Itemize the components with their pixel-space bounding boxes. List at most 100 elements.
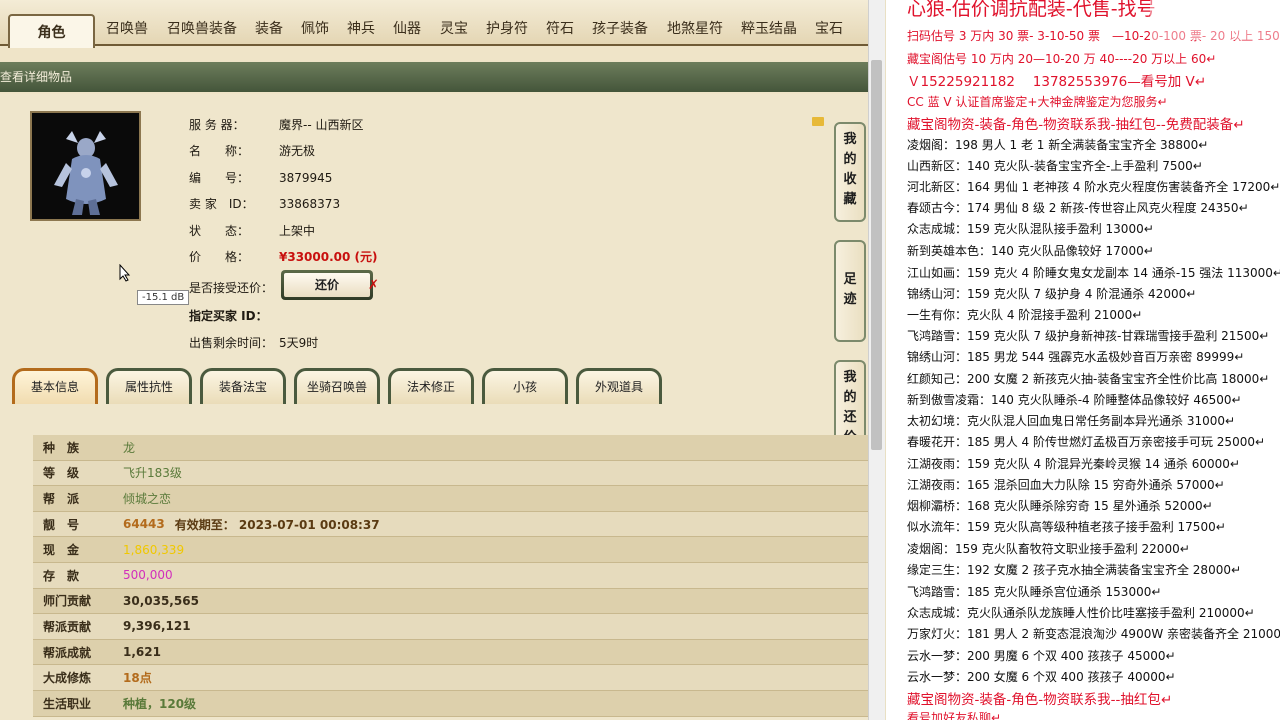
section-title-bar: 查看详细物品 [0, 62, 868, 92]
seller-label: 卖 家 ID： [189, 197, 254, 211]
stat-value: 64443 [123, 517, 165, 532]
stat-label: 师门贡献 [43, 594, 92, 609]
tab-role[interactable]: 角色 [8, 14, 95, 48]
my-favorites-button[interactable]: 我的收藏 [834, 122, 866, 222]
tab-summon-equipment[interactable]: 召唤兽装备 [167, 18, 237, 38]
tab-spell-correction[interactable]: 法术修正 [388, 368, 474, 404]
stat-label: 帮派贡献 [43, 619, 92, 634]
overlay-line: 飞鸿踏雪：159 克火队 7 级护身新神孩-甘霖瑞雪接手盈利 21500↵ [907, 329, 1270, 343]
stat-row: 帮派贡献 9,396,121 [33, 614, 868, 640]
volume-tooltip: -15.1 dB [137, 290, 190, 305]
overlay-line: 飞鸿踏雪：185 克火队睡杀宫位通杀 153000↵ [907, 585, 1162, 599]
stat-value: 倾城之恋 [123, 491, 172, 506]
overlay-line: 一生有你：克火队 4 阶混接手盈利 21000↵ [907, 308, 1143, 322]
overlay-line: 凌烟阁：198 男人 1 老 1 新全满装备宝宝齐全 38800↵ [907, 138, 1209, 152]
counter-offer-button[interactable]: 还价 [281, 270, 373, 300]
stat-label: 现 金 [43, 543, 80, 558]
overlay-line: 太初幻境：克火队混人回血鬼日常任务副本异光通杀 31000↵ [907, 414, 1236, 428]
stat-label: 靓 号 [43, 517, 80, 532]
designated-buyer-row: 指定买家 ID： [189, 307, 268, 324]
overlay-line: Ｖ15225921182 13782553976—看号加 V↵ [907, 74, 1207, 90]
overlay-line: 众志成城：克火队通杀队龙族睡人性价比哇塞接手盈利 210000↵ [907, 606, 1255, 620]
overlay-line: 江湖夜雨：165 混杀回血大力队除 15 穷奇外通杀 57000↵ [907, 478, 1225, 492]
overlay-line: 似水流年：159 克火队高等级种植老孩子接手盈利 17500↵ [907, 520, 1226, 534]
stat-label: 生活职业 [43, 696, 92, 711]
server-value: 魔界-- 山西新区 [279, 118, 364, 132]
overlay-line: 藏宝阁物资-装备-角色-物资联系我--抽红包↵ [907, 692, 1173, 708]
my-favorites-label: 我的收藏 [843, 132, 857, 207]
overlay-line: 烟柳灞桥：168 克火队睡杀除穷奇 15 星外通杀 52000↵ [907, 499, 1213, 513]
overlay-line: 春颂古今：174 男仙 8 级 2 新孩-传世容止风克火程度 24350↵ [907, 201, 1249, 215]
tab-child-equipment[interactable]: 孩子装备 [592, 18, 648, 38]
tab-equipment[interactable]: 装备 [255, 18, 283, 38]
scrollbar-thumb[interactable] [871, 60, 882, 450]
tab-mount-summon[interactable]: 坐骑召唤兽 [294, 368, 380, 404]
stat-value: 种植，120级 [123, 696, 197, 711]
stat-row: 存 款 500,000 [33, 562, 868, 589]
stat-label: 大成修炼 [43, 671, 92, 686]
tab-immortal-artifact[interactable]: 仙器 [393, 18, 421, 38]
tab-accessory[interactable]: 佩饰 [301, 18, 329, 38]
remaining-time-value: 5天9时 [279, 336, 319, 350]
stat-row: 师门贡献 30,035,565 [33, 588, 868, 615]
tab-spirit-treasure[interactable]: 灵宝 [440, 18, 468, 38]
overlay-line: 缘定三生：192 女魔 2 孩子克水抽全满装备宝宝齐全 28000↵ [907, 563, 1242, 577]
stat-row: 帮派成就 1,621 [33, 639, 868, 666]
tab-basic-info[interactable]: 基本信息 [12, 368, 98, 404]
tab-rune-stone[interactable]: 符石 [546, 18, 574, 38]
seller-row: 卖 家 ID： 33868373 [189, 195, 340, 212]
overlay-line: 云水一梦：200 男魔 6 个双 400 孩孩子 45000↵ [907, 649, 1176, 663]
overlay-line: 江湖夜雨：159 克火队 4 阶混异光秦岭灵猴 14 通杀 60000↵ [907, 457, 1240, 471]
tab-appearance[interactable]: 外观道具 [576, 368, 662, 404]
stat-row: 种 族龙 [33, 435, 868, 461]
stat-row: 靓 号 64443 有效期至： 2023-07-01 00:08:37 [33, 511, 868, 538]
price-label: 价 格： [189, 250, 250, 264]
game-window: 角色 召唤兽 召唤兽装备 装备 佩饰 神兵 仙器 灵宝 护身符 符石 孩子装备 … [0, 0, 868, 720]
price-value: ¥33000.00 (元) [279, 250, 378, 264]
stat-row: 生活职业 种植，120级 [33, 690, 868, 717]
overlay-line: 万家灯火：181 男人 2 新变态混浪淘沙 4900W 亲密装备齐全 21000… [907, 627, 1280, 641]
overlay-line: 云水一梦：200 女魔 6 个双 400 孩孩子 40000↵ [907, 670, 1176, 684]
stat-label: 帮 派 [43, 491, 80, 506]
overlay-line: 新到傲雪凌霜：140 克火队睡杀-4 阶睡整体品像较好 46500↵ [907, 393, 1242, 407]
tab-divine-weapon[interactable]: 神兵 [347, 18, 375, 38]
id-value: 3879945 [279, 171, 333, 185]
mouse-cursor-icon [119, 264, 131, 282]
server-row: 服 务 器： 魔界-- 山西新区 [189, 116, 363, 133]
tab-jade-crystal[interactable]: 粹玉结晶 [741, 18, 797, 38]
basic-info-table: 种 族 龙等 级 飞升183级帮 派 倾城之恋靓 号 64443 有效期至： 2023-0… [33, 435, 868, 717]
id-row: 编 号： 3879945 [189, 169, 332, 186]
price-row: 价 格： ¥33000.00 (元) [189, 248, 378, 265]
name-value: 游无极 [279, 144, 316, 158]
detail-tabs: 基本信息 属性抗性 装备法宝 坐骑召唤兽 法术修正 小孩 外观道具 [10, 368, 860, 404]
tab-attributes[interactable]: 属性抗性 [106, 368, 192, 404]
folder-icon[interactable] [812, 117, 824, 126]
server-label: 服 务 器： [189, 118, 245, 132]
overlay-line: 藏宝阁估号 10 万内 20—10-20 万 40----20 万以上 60↵ [907, 52, 1217, 66]
stat-row: 等 级 飞升183级 [33, 460, 868, 487]
tab-child[interactable]: 小孩 [482, 368, 568, 404]
tab-star-rune[interactable]: 地煞星符 [667, 18, 723, 38]
tab-equipment-treasure[interactable]: 装备法宝 [200, 368, 286, 404]
counter-offer-label: 是否接受还价： [189, 281, 274, 295]
overlay-line: 新到英雄本色：140 克火队品像较好 17000↵ [907, 244, 1154, 258]
footprints-button[interactable]: 足迹 [834, 240, 866, 342]
overlay-line: 众志成城：159 克火队混队接手盈利 13000↵ [907, 222, 1154, 236]
tab-amulet[interactable]: 护身符 [486, 18, 528, 38]
tab-summon[interactable]: 召唤兽 [106, 18, 148, 38]
stat-row: 大成修炼 18点 [33, 665, 868, 691]
overlay-line: 山西新区：140 克火队-装备宝宝齐全-上手盈利 7500↵ [907, 159, 1203, 173]
designated-buyer-label: 指定买家 ID： [189, 309, 268, 323]
stat-value: 500,000 [123, 568, 173, 583]
tab-gem[interactable]: 宝石 [815, 18, 843, 38]
stat-label: 存 款 [43, 568, 80, 583]
overlay-line: 江山如画：159 克火 4 阶睡女鬼女龙副本 14 通杀-15 强法 11300… [907, 266, 1280, 280]
remaining-time-label: 出售剩余时间： [189, 336, 274, 350]
id-label: 编 号： [189, 171, 250, 185]
overlay-line: 藏宝阁物资-装备-角色-物资联系我-抽红包--免费配装备↵ [907, 117, 1245, 133]
stat-value: 1,860,339 [123, 542, 185, 557]
overlay-line: 河北新区：164 男仙 1 老神孩 4 阶水克火程度伤害装备齐全 17200↵ [907, 180, 1280, 194]
name-row: 名 称： 游无极 [189, 142, 315, 159]
status-row: 状 态： 上架中 [189, 222, 315, 239]
close-icon[interactable]: ✗ [368, 278, 379, 293]
